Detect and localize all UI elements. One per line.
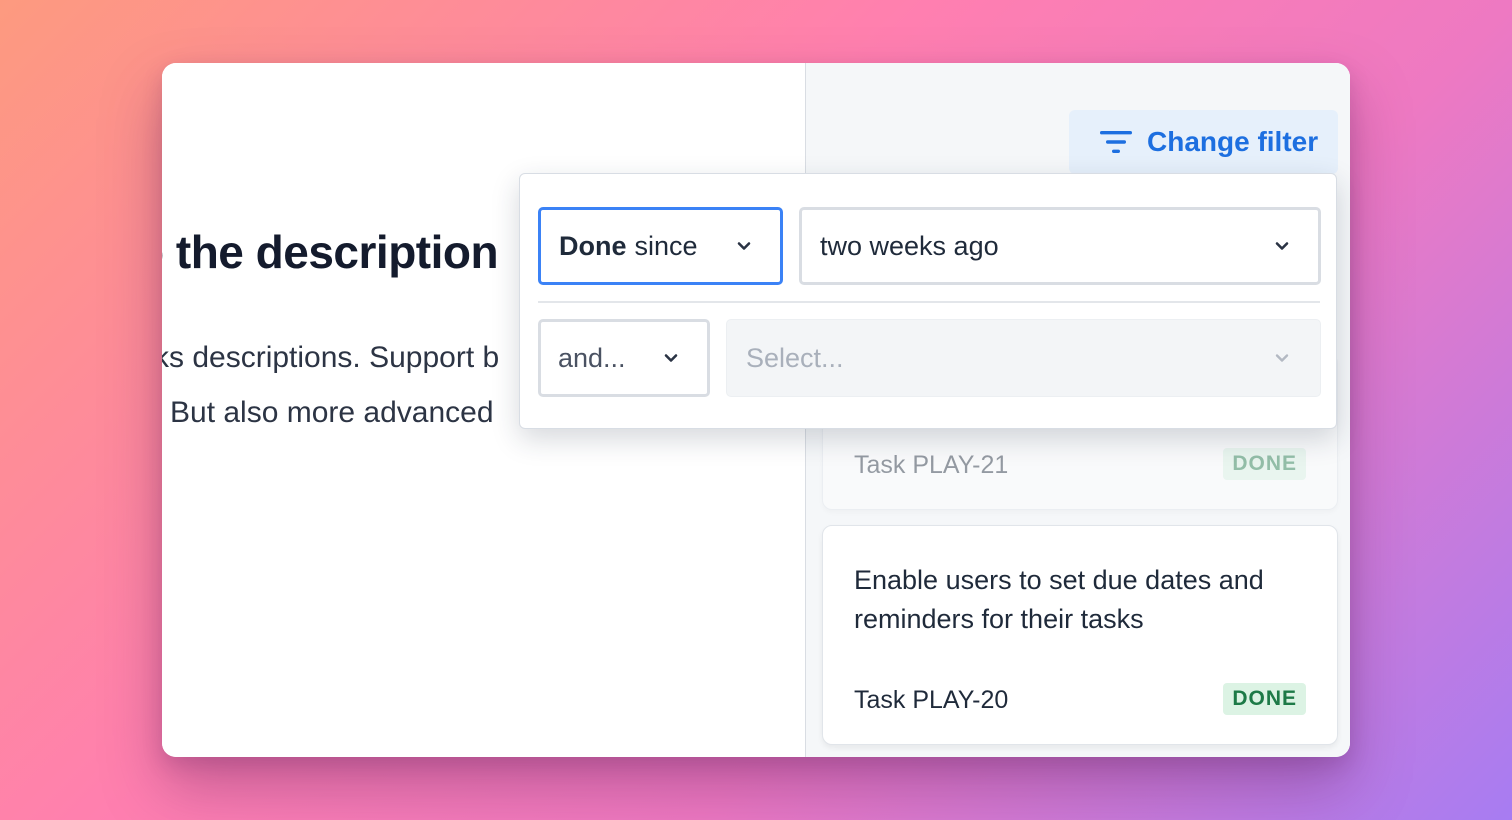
filter-row-divider — [538, 301, 1320, 303]
filter-connector-select[interactable]: and... — [538, 319, 710, 397]
task-id: Task PLAY-21 — [854, 451, 1009, 479]
chevron-down-icon — [664, 354, 678, 362]
chevron-down-icon — [1275, 354, 1289, 362]
filter-next-select[interactable]: Select... — [726, 319, 1321, 397]
filter-icon — [1099, 128, 1133, 156]
description-text-line-2: But also more advanced — [170, 396, 494, 429]
filter-field-select[interactable]: Done since — [538, 207, 783, 285]
task-card[interactable]: Enable users to set due dates and remind… — [822, 525, 1338, 745]
filter-field-operator: since — [634, 230, 698, 261]
chevron-down-icon — [737, 242, 751, 250]
filter-field-bold: Done — [559, 230, 627, 261]
document-heading: o the description — [162, 226, 499, 278]
filter-value-select[interactable]: two weeks ago — [799, 207, 1321, 285]
status-badge: DONE — [1223, 683, 1306, 715]
status-badge: DONE — [1223, 448, 1306, 480]
change-filter-label: Change filter — [1147, 126, 1319, 157]
filter-popover: Done since two weeks ago and... Select..… — [519, 173, 1337, 429]
filter-next-placeholder: Select... — [746, 342, 844, 373]
task-title: Enable users to set due dates and remind… — [854, 565, 1264, 634]
filter-connector-text: and... — [558, 342, 626, 373]
chevron-down-icon — [1275, 242, 1289, 250]
filter-value-text: two weeks ago — [820, 230, 999, 261]
change-filter-button[interactable]: Change filter — [1069, 110, 1338, 174]
task-id: Task PLAY-20 — [854, 686, 1009, 714]
description-text-line-1: ks descriptions. Support b — [162, 341, 500, 374]
